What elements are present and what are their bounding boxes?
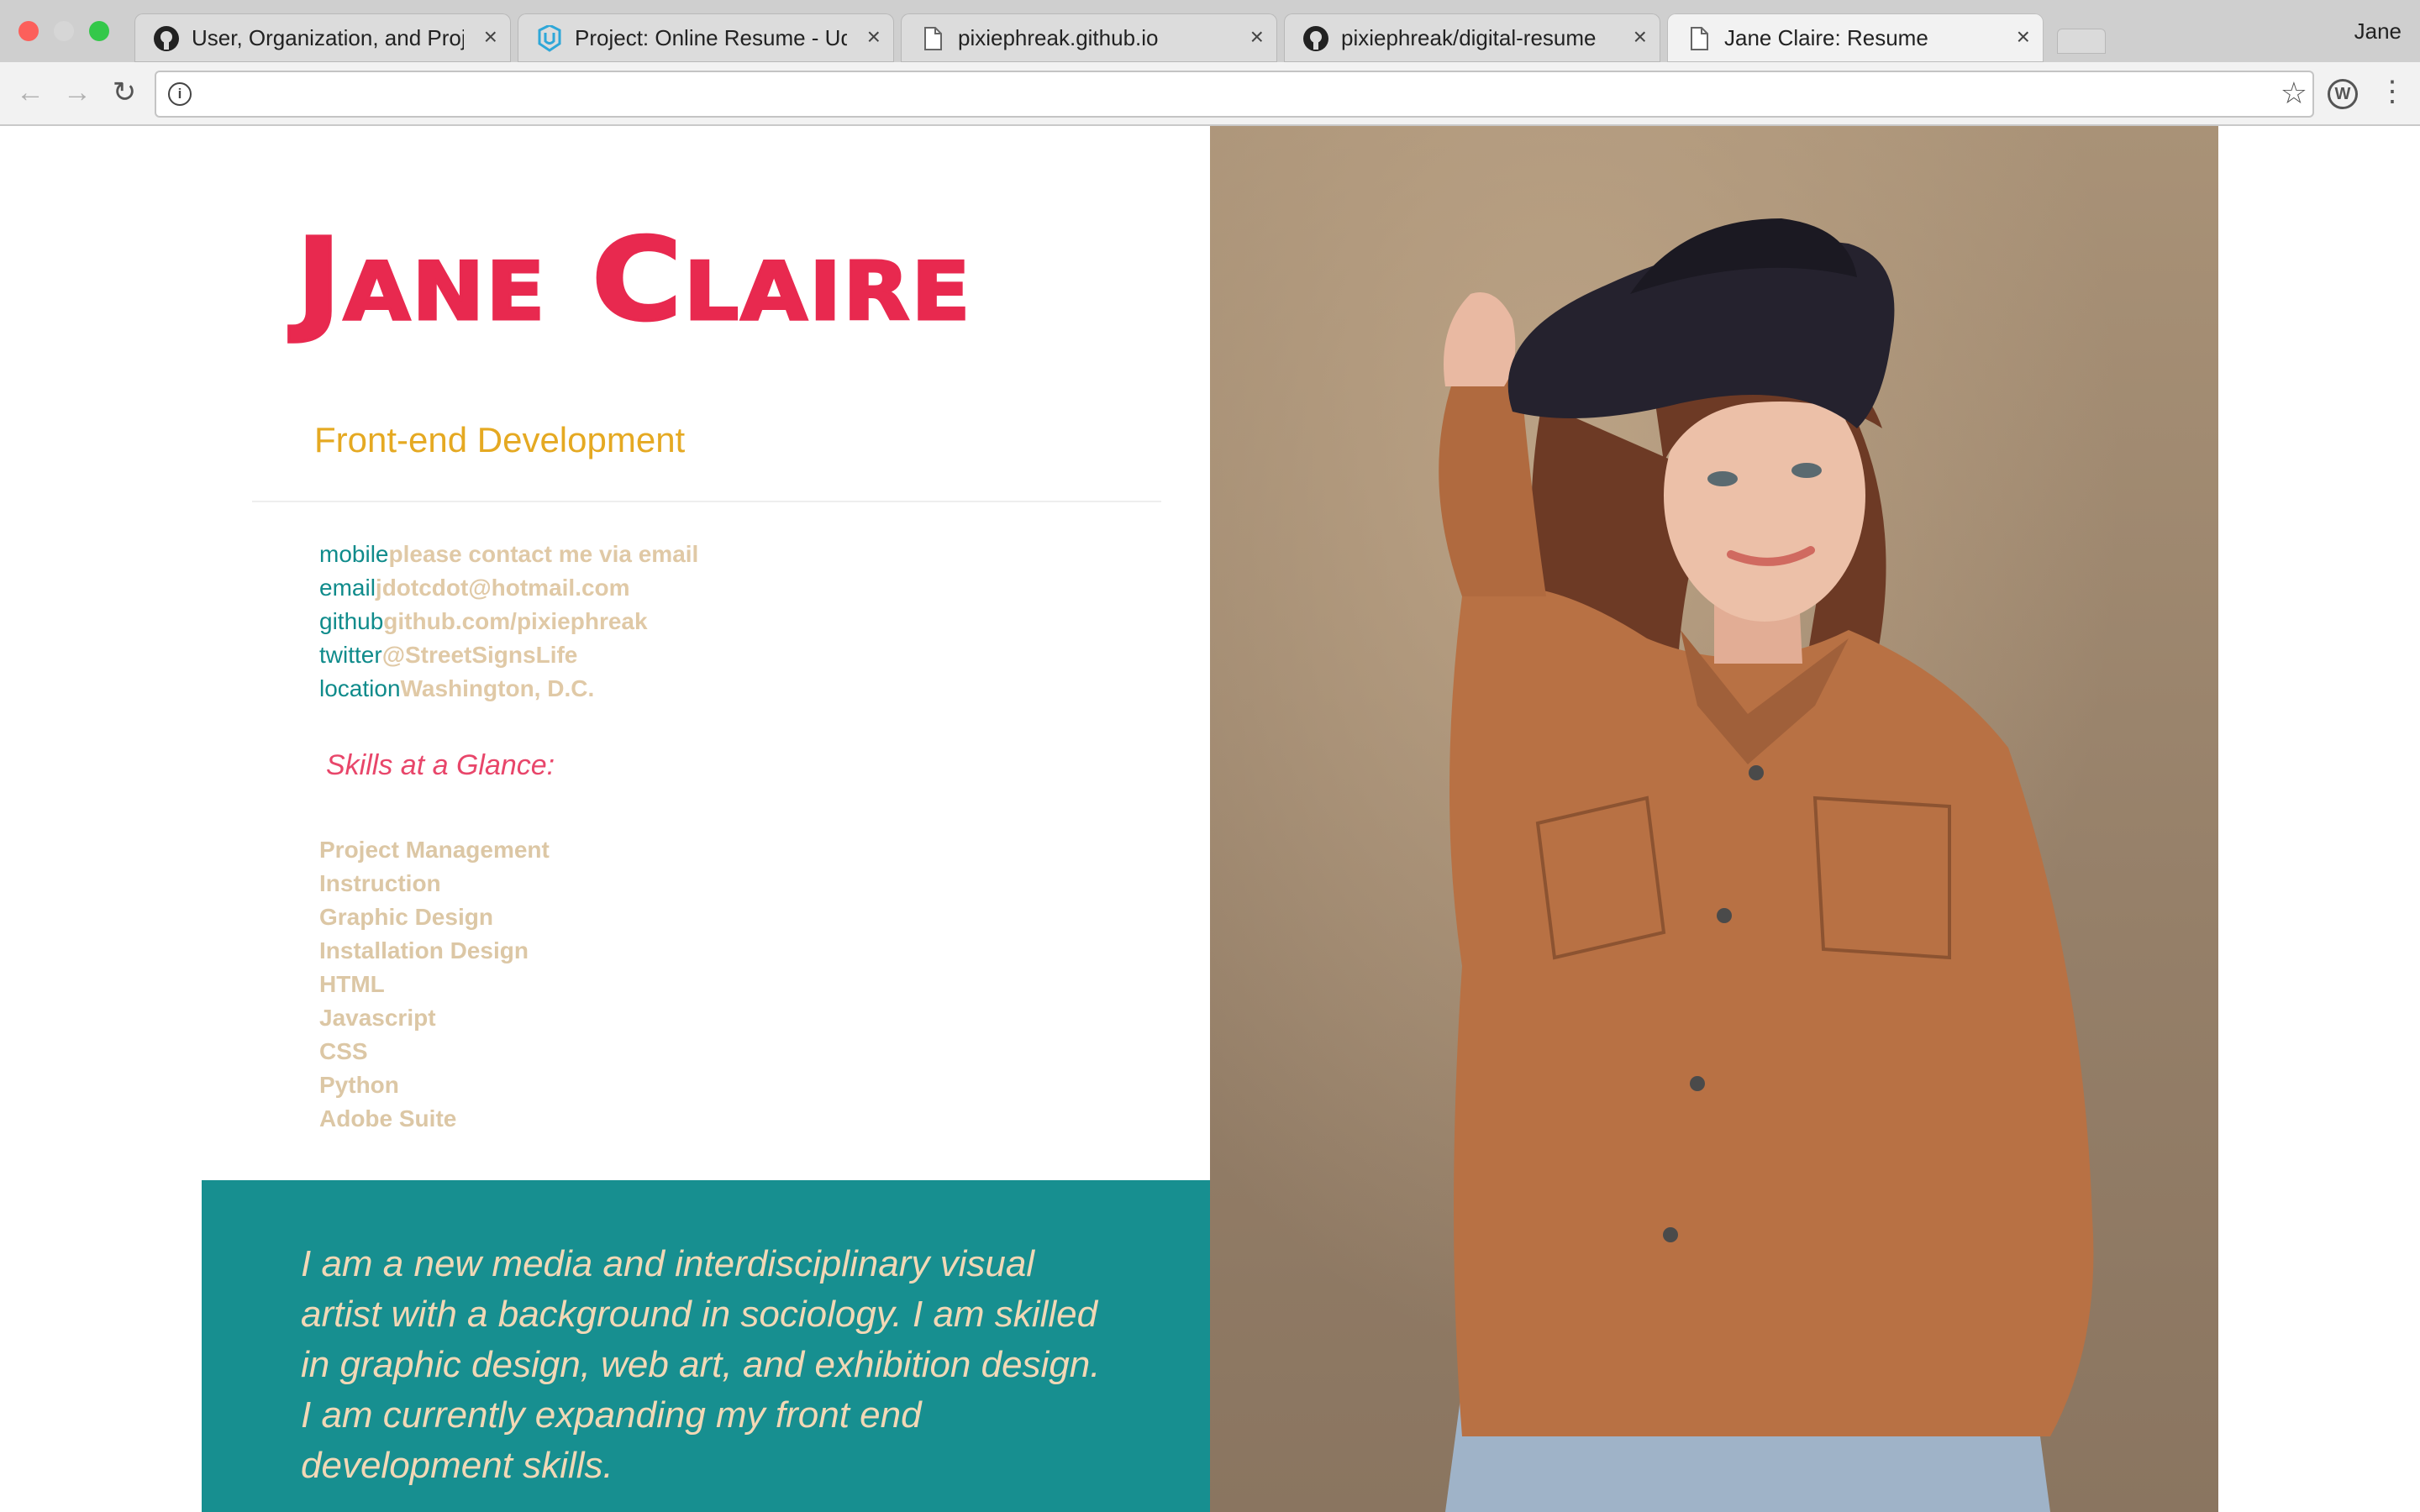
- address-bar[interactable]: i ☆: [155, 71, 2314, 118]
- close-icon[interactable]: ×: [867, 23, 881, 51]
- contact-label: location: [319, 675, 401, 701]
- url-input[interactable]: [200, 77, 2220, 111]
- menu-kebab-icon[interactable]: ⋮: [2378, 74, 2407, 109]
- list-item: Graphic Design: [319, 904, 493, 930]
- contact-twitter: twitter@StreetSignsLife: [319, 638, 698, 672]
- page-icon: [1691, 27, 1708, 50]
- list-item: CSS: [319, 1038, 368, 1064]
- list-item: HTML: [319, 971, 385, 997]
- tab-jane-claire-resume[interactable]: Jane Claire: Resume ×: [1667, 13, 2044, 62]
- forward-arrow-icon[interactable]: →: [59, 74, 96, 111]
- window-minimize-button[interactable]: [54, 21, 74, 41]
- contact-label: twitter: [319, 642, 382, 668]
- contact-location: locationWashington, D.C.: [319, 672, 698, 706]
- tab-title: pixiephreak.github.io: [958, 25, 1159, 50]
- contact-label: mobile: [319, 541, 389, 567]
- bio-section: I am a new media and interdisciplinary v…: [202, 1180, 1210, 1512]
- udacity-icon: [538, 25, 561, 52]
- contact-value[interactable]: jdotcdot@hotmail.com: [376, 575, 630, 601]
- close-icon[interactable]: ×: [2017, 23, 2030, 51]
- page-icon: [924, 27, 942, 50]
- tab-digital-resume-repo[interactable]: pixiephreak/digital-resume ×: [1284, 13, 1660, 62]
- role-title: Front-end Development: [314, 420, 686, 459]
- contact-mobile: mobileplease contact me via email: [319, 538, 698, 571]
- back-arrow-icon[interactable]: ←: [12, 74, 49, 111]
- list-item: Instruction: [319, 870, 441, 896]
- contact-label: github: [319, 608, 384, 634]
- contact-github: githubgithub.com/pixiephreak: [319, 605, 698, 638]
- window-close-button[interactable]: [18, 21, 39, 41]
- resume-page: Jane Claire Front-end Development mobile…: [0, 126, 2420, 1512]
- info-icon[interactable]: i: [168, 82, 192, 106]
- bookmark-star-icon[interactable]: ☆: [2281, 76, 2307, 111]
- skills-list: Project Management Instruction Graphic D…: [319, 833, 550, 1136]
- list-item: Project Management: [319, 837, 550, 863]
- extension-icon[interactable]: W: [2328, 79, 2358, 109]
- tab-github-io[interactable]: pixiephreak.github.io ×: [901, 13, 1277, 62]
- tab-strip: User, Organization, and Projec × Project…: [0, 0, 2420, 62]
- browser-toolbar: ← → ↻ i ☆ W ⋮: [0, 62, 2420, 126]
- contact-value: Washington, D.C.: [400, 675, 595, 701]
- contact-email: emailjdotcdot@hotmail.com: [319, 571, 698, 605]
- bio-text: I am a new media and interdisciplinary v…: [301, 1243, 1101, 1486]
- tab-github-org[interactable]: User, Organization, and Projec ×: [134, 13, 511, 62]
- contact-value[interactable]: @StreetSignsLife: [382, 642, 578, 668]
- list-item: Javascript: [319, 1005, 436, 1031]
- contact-label: email: [319, 575, 376, 601]
- list-item: Python: [319, 1072, 399, 1098]
- window-maximize-button[interactable]: [89, 21, 109, 41]
- contact-list: mobileplease contact me via email emailj…: [319, 538, 698, 706]
- list-item: Installation Design: [319, 937, 529, 963]
- close-icon[interactable]: ×: [1634, 23, 1647, 51]
- tab-title: Jane Claire: Resume: [1724, 25, 1928, 50]
- new-tab-button[interactable]: [2057, 29, 2106, 54]
- tab-title: pixiephreak/digital-resume: [1341, 25, 1597, 50]
- portrait-photo: [1210, 126, 2218, 1512]
- github-icon: [154, 26, 179, 51]
- github-icon: [1303, 26, 1328, 51]
- portrait-illustration: [1439, 218, 2094, 1512]
- reload-icon[interactable]: ↻: [106, 74, 143, 111]
- tab-title: User, Organization, and Projec: [192, 25, 464, 50]
- close-icon[interactable]: ×: [1250, 23, 1264, 51]
- list-item: Adobe Suite: [319, 1105, 457, 1131]
- contact-value[interactable]: github.com/pixiephreak: [383, 608, 647, 634]
- page-title: Jane Claire: [294, 213, 972, 349]
- contact-value: please contact me via email: [388, 541, 699, 567]
- tab-title: Project: Online Resume - Udac: [575, 25, 847, 50]
- profile-name[interactable]: Jane: [2354, 18, 2402, 45]
- skills-heading: Skills at a Glance:: [326, 749, 555, 781]
- close-icon[interactable]: ×: [484, 23, 497, 51]
- divider: [252, 501, 1161, 502]
- tab-udacity-project[interactable]: Project: Online Resume - Udac ×: [518, 13, 894, 62]
